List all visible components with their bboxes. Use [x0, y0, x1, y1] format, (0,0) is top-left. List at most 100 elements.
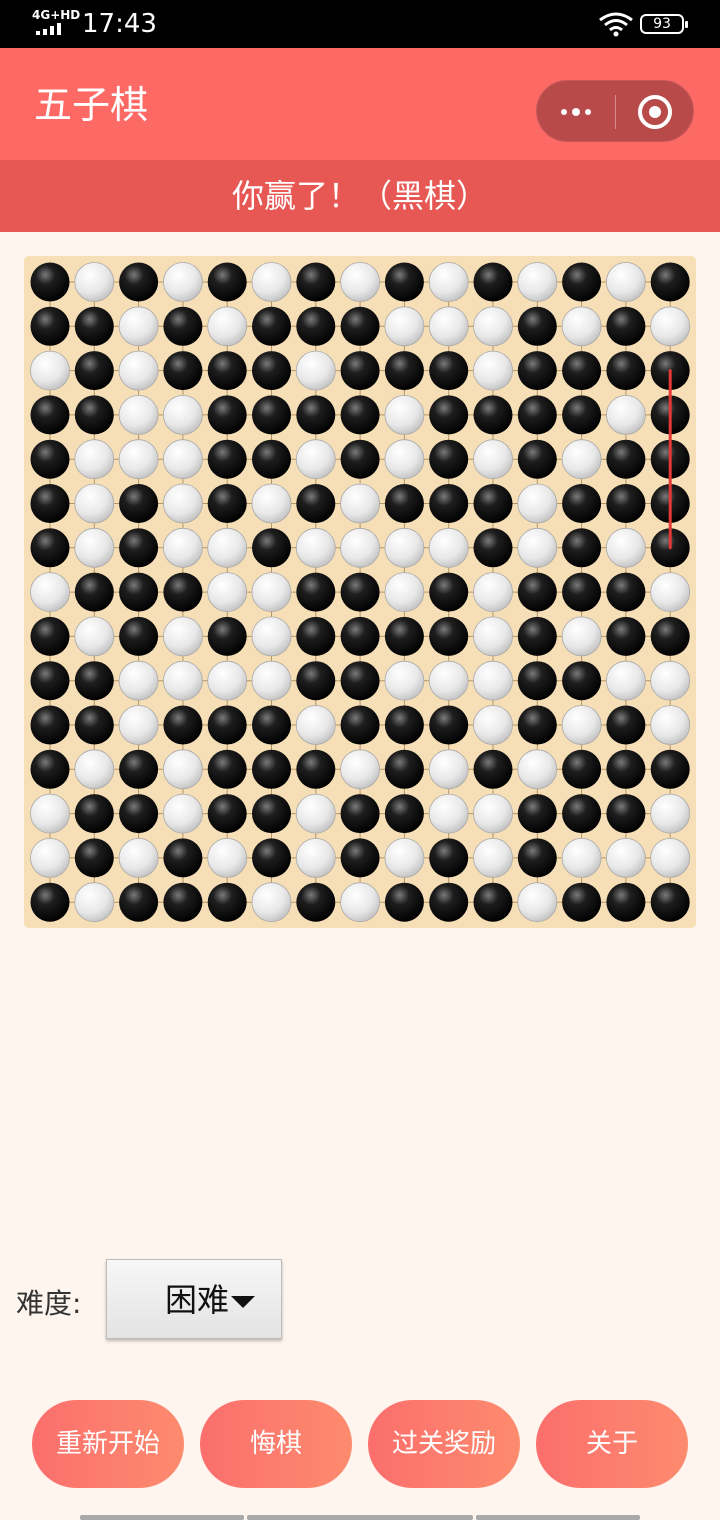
white-stone [606, 394, 646, 435]
black-stone [296, 882, 336, 922]
white-stone [251, 616, 292, 657]
white-stone [606, 262, 646, 302]
white-stone [606, 660, 646, 701]
black-stone [606, 705, 646, 745]
wifi-icon [599, 12, 633, 37]
white-stone [606, 527, 646, 568]
white-stone [340, 527, 381, 568]
reward-button[interactable]: 过关奖励 [368, 1400, 520, 1488]
white-stone [340, 262, 381, 302]
white-stone [517, 749, 558, 790]
black-stone [340, 439, 380, 479]
white-stone [517, 527, 558, 568]
black-stone [384, 794, 424, 834]
black-stone [340, 306, 380, 346]
black-stone [562, 484, 602, 523]
white-stone [561, 439, 602, 480]
black-stone [119, 616, 159, 656]
board-canvas[interactable] [24, 256, 696, 928]
black-stone [74, 351, 114, 391]
restart-button[interactable]: 重新开始 [32, 1400, 184, 1488]
white-stone [207, 572, 248, 613]
black-stone [606, 484, 646, 523]
white-stone [650, 838, 691, 878]
black-stone [340, 572, 380, 612]
white-stone [428, 527, 469, 568]
white-stone [74, 439, 115, 480]
target-circle-icon[interactable] [617, 81, 695, 143]
black-stone [429, 572, 469, 612]
status-bar: 4G+HD 17:43 93 [0, 0, 720, 48]
black-stone [119, 528, 159, 568]
black-stone [562, 794, 602, 834]
black-stone [473, 484, 513, 523]
more-dots-icon[interactable] [537, 81, 615, 143]
white-stone [30, 838, 70, 878]
black-stone [296, 616, 336, 656]
white-stone [207, 838, 248, 878]
black-stone [562, 528, 602, 568]
black-stone [119, 749, 159, 789]
black-stone [119, 882, 159, 922]
black-stone [163, 705, 203, 745]
black-stone [252, 528, 291, 568]
black-stone [30, 749, 70, 789]
black-stone [119, 794, 159, 834]
black-stone [429, 484, 469, 523]
white-stone [251, 882, 292, 923]
black-stone [30, 882, 70, 922]
white-stone [340, 483, 381, 524]
black-stone [74, 838, 114, 878]
white-stone [340, 882, 381, 923]
game-board[interactable] [24, 256, 696, 928]
white-stone [384, 838, 425, 878]
black-stone [606, 749, 646, 789]
black-stone [517, 439, 557, 479]
white-stone [118, 660, 159, 701]
white-stone [74, 882, 115, 923]
white-stone [384, 660, 425, 701]
black-stone [473, 749, 513, 789]
difficulty-select[interactable]: 困难 [106, 1259, 282, 1339]
black-stone [207, 616, 247, 656]
black-stone [606, 616, 646, 656]
black-stone [296, 484, 336, 523]
white-stone [295, 527, 336, 568]
black-stone [650, 262, 690, 302]
mini-program-capsule [536, 80, 694, 142]
undo-button[interactable]: 悔棋 [200, 1400, 352, 1488]
white-stone [428, 660, 469, 701]
black-stone [163, 882, 203, 922]
black-stone [517, 572, 557, 612]
black-stone [517, 395, 557, 435]
black-stone [207, 794, 247, 834]
black-stone [517, 838, 557, 878]
white-stone [473, 306, 513, 347]
white-stone [162, 793, 203, 834]
network-type: 4G+HD [32, 8, 81, 22]
black-stone [606, 351, 646, 391]
black-stone [384, 882, 424, 922]
white-stone [30, 793, 70, 834]
black-stone [163, 351, 203, 391]
black-stone [74, 794, 114, 834]
white-stone [207, 660, 248, 701]
black-stone [207, 749, 247, 789]
white-stone [30, 350, 70, 391]
white-stone [251, 572, 292, 613]
black-stone [340, 351, 380, 391]
white-stone [118, 350, 159, 391]
black-stone [429, 838, 469, 878]
black-stone [252, 705, 291, 745]
black-stone [562, 351, 602, 391]
white-stone [251, 660, 292, 701]
white-stone [473, 616, 513, 657]
white-stone [162, 527, 203, 568]
white-stone [428, 749, 469, 790]
about-button[interactable]: 关于 [536, 1400, 688, 1488]
white-stone [561, 306, 602, 347]
white-stone [561, 616, 602, 657]
black-stone [562, 661, 602, 701]
black-stone [252, 439, 291, 479]
black-stone [30, 484, 70, 523]
